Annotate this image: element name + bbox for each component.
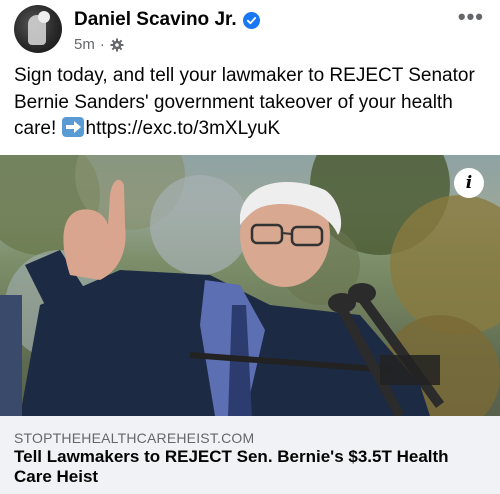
post-header: Daniel Scavino Jr. 5m · •••	[0, 0, 500, 62]
more-options-icon[interactable]: •••	[458, 6, 484, 28]
right-arrow-emoji-icon	[61, 117, 84, 137]
author-name[interactable]: Daniel Scavino Jr.	[74, 9, 237, 31]
link-preview-card[interactable]: i STOPTHEHEALTHCAREHEIST.COM Tell Lawmak…	[0, 155, 500, 494]
gear-icon[interactable]	[110, 38, 124, 52]
post-link[interactable]: https://exc.to/3mXLyuK	[86, 118, 281, 139]
link-title[interactable]: Tell Lawmakers to REJECT Sen. Bernie's $…	[14, 447, 484, 487]
avatar-head	[38, 11, 50, 23]
post-meta: 5m ·	[74, 36, 124, 53]
info-icon[interactable]: i	[454, 168, 484, 198]
author-row: Daniel Scavino Jr.	[74, 9, 260, 31]
link-domain: STOPTHEHEALTHCAREHEIST.COM	[14, 430, 255, 446]
link-preview-footer[interactable]: STOPTHEHEALTHCAREHEIST.COM Tell Lawmaker…	[0, 416, 500, 494]
post-text: Sign today, and tell your lawmaker to RE…	[14, 63, 488, 143]
meta-separator: ·	[99, 36, 105, 53]
link-preview-image[interactable]: i	[0, 155, 500, 416]
post-timestamp[interactable]: 5m	[74, 36, 95, 53]
preview-photo	[0, 155, 500, 416]
verified-badge-icon	[242, 11, 260, 29]
avatar[interactable]	[14, 5, 62, 53]
